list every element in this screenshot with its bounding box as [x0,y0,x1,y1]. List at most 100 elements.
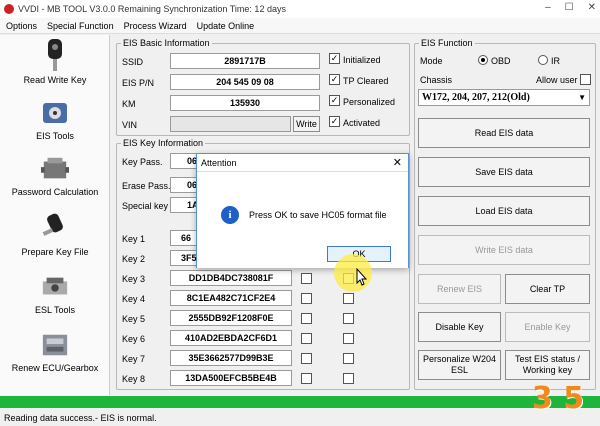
status-bar: Reading data success.- EIS is normal. [0,409,600,426]
key-checkbox[interactable] [301,373,312,384]
key-value-field[interactable]: 35E3662577D99B3E [170,350,292,366]
key-label: Key 5 [122,314,146,324]
chevron-down-icon: ▼ [578,93,586,102]
key-checkbox[interactable] [301,313,312,324]
read-eis-data-button[interactable]: Read EIS data [418,118,590,148]
mouse-cursor-icon [356,268,368,286]
chassis-label: Chassis [420,75,453,85]
enable-key-button[interactable]: Enable Key [505,312,590,342]
load-eis-data-button[interactable]: Load EIS data [418,196,590,226]
personalized-label: Personalized [343,97,396,107]
allow-user-checkbox[interactable] [580,74,591,85]
sidebar-item-label: Read Write Key [23,75,87,85]
button-line: Working key [522,365,573,375]
disable-key-button[interactable]: Disable Key [418,312,501,342]
menu-update-online[interactable]: Update Online [197,21,255,31]
sidebar-item-eis-tools[interactable]: EIS Tools [0,99,110,141]
key-label: Key 4 [122,294,146,304]
ecu-icon [41,331,69,359]
eis-pn-field[interactable]: 204 545 09 08 [170,74,320,90]
sidebar-item-password-calculation[interactable]: Password Calculation [0,155,110,197]
tp-cleared-checkbox[interactable]: ✓ [329,74,340,85]
allow-user-label: Allow user [536,75,578,85]
app-icon [4,4,14,14]
write-eis-data-button[interactable]: Write EIS data [418,235,590,265]
key-checkbox[interactable] [343,373,354,384]
sidebar: Read Write Key EIS Tools Password Calcul… [0,35,110,395]
key-value-field[interactable]: 8C1EA482C71CF2E4 [170,290,292,306]
key-checkbox[interactable] [301,293,312,304]
key-checkbox[interactable] [343,353,354,364]
clear-tp-button[interactable]: Clear TP [505,274,590,304]
key-checkbox[interactable] [301,353,312,364]
key-checkbox[interactable] [343,293,354,304]
personalize-w204-esl-button[interactable]: Personalize W204 ESL [418,350,501,380]
key-value-field[interactable]: 410AD2EBDA2CF6D1 [170,330,292,346]
title-bar: VVDI - MB TOOL V3.0.0 Remaining Synchron… [0,0,600,18]
key-label: Key 1 [122,234,146,244]
sidebar-item-read-write-key[interactable]: Read Write Key [0,39,110,85]
button-line: ESL [450,365,468,375]
dialog-message: Press OK to save HC05 format file [249,210,387,220]
mode-ir-radio[interactable] [538,55,548,65]
km-field[interactable]: 135930 [170,95,320,111]
key-checkbox[interactable] [343,333,354,344]
key-value-field[interactable]: 2555DB92F1208F0E [170,310,292,326]
km-label: KM [122,99,136,109]
maximize-button[interactable]: ☐ [565,2,574,13]
eis-pn-label: EIS P/N [122,78,155,88]
close-button[interactable]: ✕ [588,2,596,13]
dialog-close-icon[interactable]: ✕ [393,156,402,169]
personalized-checkbox[interactable]: ✓ [329,95,340,106]
ssid-field[interactable]: 2891717B [170,53,320,69]
dialog-title-bar: Attention ✕ [197,154,408,172]
key-label: Key 7 [122,354,146,364]
chassis-value: W172, 204, 207, 212(Old) [422,92,530,103]
save-eis-data-button[interactable]: Save EIS data [418,157,590,187]
vin-write-button[interactable]: Write [293,116,320,132]
renew-eis-button[interactable]: Renew EIS [418,274,501,304]
key-value-field[interactable]: DD1DB4DC738081F [170,270,292,286]
key-label: Key 2 [122,254,146,264]
vin-label: VIN [122,120,138,130]
sidebar-item-label: Renew ECU/Gearbox [11,363,99,373]
key-value-field[interactable]: 13DA500EFCB5BE4B [170,370,292,386]
progress-bar [0,396,600,408]
key-checkbox[interactable] [343,313,354,324]
vin-field[interactable] [170,116,291,132]
engine-icon [41,155,69,183]
button-line: Personalize W204 [422,354,497,364]
sidebar-item-prepare-key-file[interactable]: Prepare Key File [0,213,110,257]
sidebar-item-label: Prepare Key File [21,247,89,257]
mode-ir-label: IR [551,56,560,66]
sidebar-item-renew-ecu-gearbox[interactable]: Renew ECU/Gearbox [0,331,110,373]
key-checkbox[interactable] [301,273,312,284]
button-line: Test EIS status / [514,354,581,364]
menu-process-wizard[interactable]: Process Wizard [124,21,187,31]
key-label: Key 6 [122,334,146,344]
window-title: VVDI - MB TOOL V3.0.0 Remaining Synchron… [18,4,286,14]
watermark-logo: 3 5 [531,380,585,416]
chassis-select[interactable]: W172, 204, 207, 212(Old) ▼ [418,89,590,106]
info-icon: i [221,206,239,224]
erase-pass-label: Erase Pass. [122,181,171,191]
minimize-button[interactable]: – [545,2,551,13]
initialized-label: Initialized [343,55,381,65]
key-fob-icon [41,213,69,241]
mode-obd-radio[interactable] [478,55,488,65]
activated-label: Activated [343,118,381,128]
menu-options[interactable]: Options [6,21,37,31]
ssid-label: SSID [122,57,144,67]
sidebar-item-esl-tools[interactable]: ESL Tools [0,273,110,315]
menu-bar: Options Special Function Process Wizard … [0,18,600,34]
menu-special-function[interactable]: Special Function [47,21,114,31]
mode-obd-label: OBD [491,56,511,66]
activated-checkbox[interactable]: ✓ [329,116,340,127]
initialized-checkbox[interactable]: ✓ [329,53,340,64]
eis-icon [41,99,69,127]
key-label: Key 8 [122,374,146,384]
key-checkbox[interactable] [301,333,312,344]
esl-icon [41,273,69,301]
status-text: Reading data success.- EIS is normal. [4,412,157,423]
tp-cleared-label: TP Cleared [343,76,389,86]
